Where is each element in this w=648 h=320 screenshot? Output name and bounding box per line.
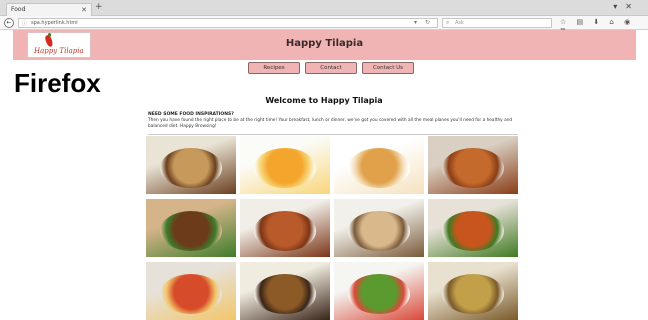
tab-title: Food xyxy=(11,6,26,13)
url-bar[interactable]: ⓘ spa.hyperlink.html ▾ ↻ xyxy=(18,18,438,28)
search-icon: ⌕ xyxy=(446,19,450,26)
chicken-pieces-image[interactable] xyxy=(240,199,330,257)
search-input[interactable]: ⌕ Ask xyxy=(442,18,552,28)
nav-contact-button[interactable]: Contact xyxy=(305,62,357,74)
new-tab-icon[interactable]: + xyxy=(95,2,103,12)
chicken-stew-image[interactable] xyxy=(428,136,518,194)
window-controls[interactable]: ▾✕ xyxy=(613,2,640,11)
curry-bowl-image[interactable] xyxy=(146,136,236,194)
beef-salad-image[interactable] xyxy=(146,199,236,257)
nav-contact-us-button[interactable]: Contact Us xyxy=(362,62,414,74)
stir-fry-image[interactable] xyxy=(428,199,518,257)
meatballs-image[interactable] xyxy=(240,262,330,320)
site-header: Happy Tilapia Happy Tilapia xyxy=(13,30,636,60)
welcome-heading: Welcome to Happy Tilapia xyxy=(265,96,383,105)
reload-icon[interactable]: ▾ ↻ xyxy=(414,19,433,27)
mango-juice-image[interactable] xyxy=(240,136,330,194)
intro-heading: NEED SOME FOOD INSPIRATIONS? xyxy=(148,112,234,117)
divider xyxy=(148,134,518,135)
close-tab-icon[interactable]: ✕ xyxy=(81,4,87,16)
wraps-image[interactable] xyxy=(334,199,424,257)
pancakes-image[interactable] xyxy=(334,136,424,194)
pizza-image[interactable] xyxy=(146,262,236,320)
nav-recipes-button[interactable]: Recipes xyxy=(248,62,300,74)
browser-tabstrip: Food ✕ + ▾✕ xyxy=(0,0,648,16)
green-salad-image[interactable] xyxy=(334,262,424,320)
browser-navbar: ← ⓘ spa.hyperlink.html ▾ ↻ ⌕ Ask ☆ ▤ ⬇ ⌂… xyxy=(0,16,648,34)
url-text: spa.hyperlink.html xyxy=(31,20,78,26)
casserole-image[interactable] xyxy=(428,262,518,320)
info-icon[interactable]: ⓘ xyxy=(22,20,27,28)
search-placeholder: Ask xyxy=(455,20,464,26)
site-title: Happy Tilapia xyxy=(285,38,364,49)
browser-tab[interactable]: Food ✕ xyxy=(6,3,92,16)
browser-label: Firefox xyxy=(14,68,101,98)
back-arrow-icon[interactable]: ← xyxy=(4,18,14,28)
intro-text: Then you have found the right place to b… xyxy=(148,118,513,129)
